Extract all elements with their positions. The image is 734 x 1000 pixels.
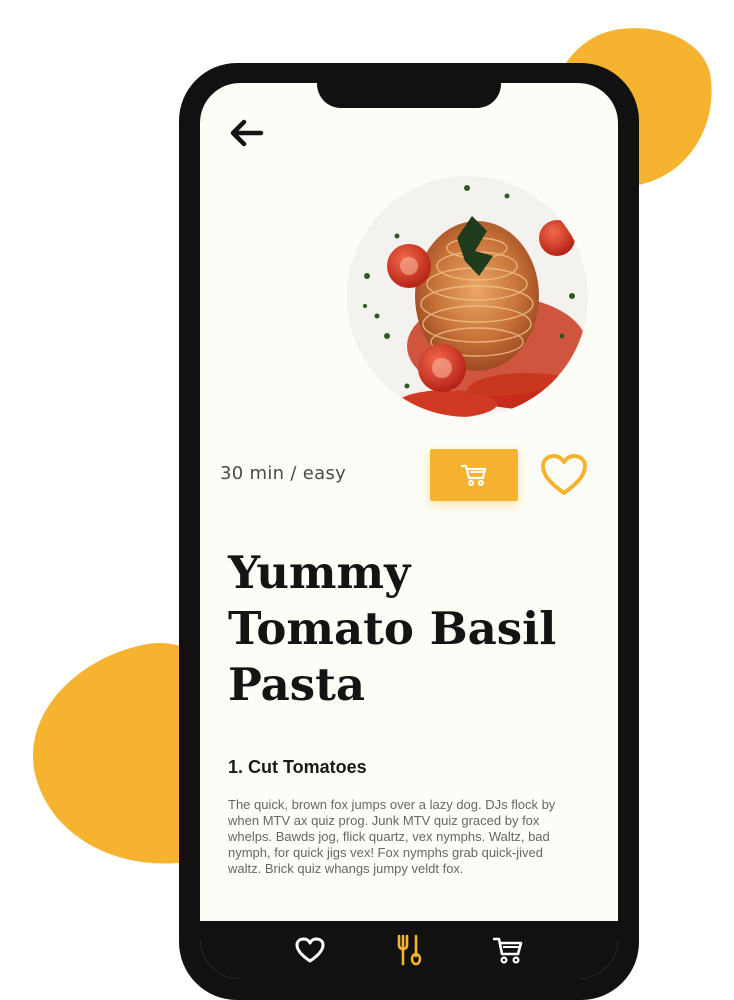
recipe-title-line: Yummy — [228, 546, 411, 599]
phone-notch — [317, 63, 501, 108]
recipe-title-line: Tomato Basil — [228, 602, 557, 655]
heart-icon — [541, 454, 587, 495]
recipe-title: Yummy Tomato Basil Pasta — [228, 545, 588, 713]
utensils-icon — [397, 934, 422, 966]
heart-icon — [295, 937, 325, 963]
nav-recipes[interactable] — [389, 930, 429, 970]
cook-time-difficulty: 30 min / easy — [220, 463, 347, 484]
bottom-nav — [200, 921, 618, 979]
pasta-photo — [347, 176, 588, 417]
nav-cart[interactable] — [488, 930, 528, 970]
step-description: The quick, brown fox jumps over a lazy d… — [228, 797, 556, 876]
nav-favorites[interactable] — [290, 930, 330, 970]
cart-icon — [493, 937, 523, 964]
cart-icon — [461, 464, 487, 486]
favorite-button[interactable] — [538, 450, 590, 500]
step-title: 1. Cut Tomatoes — [228, 757, 367, 777]
add-to-cart-button[interactable] — [430, 449, 518, 501]
stage: 30 min / easy Yummy Tomato Basil Pasta 1… — [0, 0, 734, 1000]
back-button[interactable] — [226, 113, 266, 153]
arrow-left-icon — [230, 119, 264, 147]
recipe-screen: 30 min / easy Yummy Tomato Basil Pasta 1… — [200, 83, 618, 979]
recipe-title-line: Pasta — [228, 658, 366, 711]
